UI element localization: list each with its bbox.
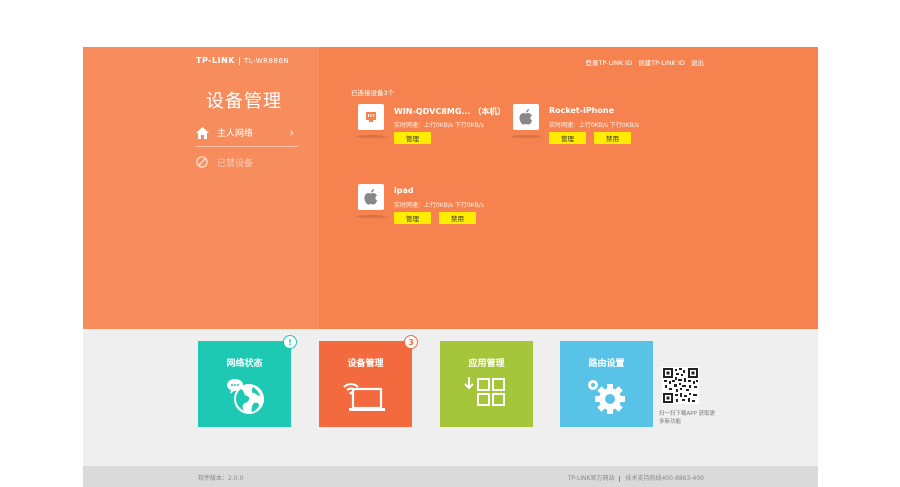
- tile-device-management[interactable]: 设备管理 3: [319, 335, 418, 427]
- block-icon: [195, 155, 209, 169]
- gear-icon: [560, 375, 653, 417]
- device-card: WIN-QDVC8MG... （本机） 实时网速：上行0KB/s 下行0KB/s…: [356, 104, 518, 164]
- apps-grid-icon: [440, 375, 533, 415]
- active-tile-pointer: [359, 323, 371, 329]
- apple-icon: [513, 104, 539, 130]
- sidebar: TP-LINK TL-WR886N 设备管理 主人网络 › 已禁设备: [83, 47, 319, 329]
- device-speed: 实时网速：上行0KB/s 下行0KB/s: [549, 122, 639, 129]
- tile-network-status[interactable]: 网络状态 !: [198, 335, 297, 427]
- create-id-link[interactable]: 创建TP-LINK ID: [638, 59, 685, 67]
- logout-link[interactable]: 退出: [691, 59, 704, 67]
- sidebar-item-host-network[interactable]: 主人网络 ›: [195, 119, 298, 147]
- account-links: 登录TP-LINK ID 创建TP-LINK ID 退出: [581, 57, 704, 67]
- page-title: 设备管理: [206, 91, 282, 112]
- support-hotline: 技术支持热线400-8863-400: [625, 475, 704, 482]
- model-name: TL-WR886N: [243, 57, 290, 65]
- device-name: WIN-QDVC8MG... （本机）: [394, 107, 506, 116]
- tile-label: 应用管理: [468, 359, 505, 369]
- login-link[interactable]: 登录TP-LINK ID: [585, 59, 632, 67]
- chevron-right-icon: ›: [289, 126, 294, 139]
- router-admin-app: TP-LINK TL-WR886N 设备管理 主人网络 › 已禁设备 登录TP-L…: [83, 47, 818, 487]
- sidebar-item-blocked-devices[interactable]: 已禁设备: [195, 148, 298, 176]
- device-speed: 实时网速：上行0KB/s 下行0KB/s: [394, 122, 484, 129]
- ethernet-icon: [358, 104, 384, 130]
- laptop-wifi-icon: [319, 375, 412, 415]
- brand-logo: TP-LINK TL-WR886N: [196, 56, 289, 65]
- alert-badge: !: [283, 335, 297, 349]
- official-site-link[interactable]: TP-LINK官方网站: [568, 475, 615, 482]
- tile-router-settings[interactable]: 路由设置: [560, 341, 653, 427]
- tile-label: 网络状态: [226, 359, 263, 369]
- device-card: ipad 实时网速：上行0KB/s 下行0KB/s 管理 禁用: [356, 184, 518, 244]
- connected-devices-count: 已连接设备3个: [351, 89, 395, 97]
- manage-button[interactable]: 管理: [394, 212, 431, 224]
- software-version: 软件版本：2.0.0: [198, 475, 244, 482]
- tile-label: 路由设置: [588, 359, 625, 369]
- brand-name: TP-LINK: [196, 56, 235, 65]
- tile-label: 设备管理: [347, 359, 384, 369]
- device-speed: 实时网速：上行0KB/s 下行0KB/s: [394, 202, 484, 209]
- sidebar-item-label: 已禁设备: [217, 158, 254, 169]
- qr-code-image: [662, 367, 699, 404]
- globe-icon: [198, 375, 291, 417]
- tile-app-management[interactable]: 应用管理: [440, 341, 533, 427]
- count-badge: 3: [404, 335, 418, 349]
- manage-button[interactable]: 管理: [394, 132, 431, 144]
- device-card: Rocket-iPhone 实时网速：上行0KB/s 下行0KB/s 管理 禁用: [511, 104, 673, 164]
- footer: 软件版本：2.0.0 TP-LINK官方网站 技术支持热线400-8863-400: [83, 466, 818, 487]
- sidebar-item-label: 主人网络: [217, 129, 254, 139]
- device-name: Rocket-iPhone: [549, 106, 614, 115]
- footer-links: TP-LINK官方网站 技术支持热线400-8863-400: [568, 473, 704, 482]
- apple-icon: [358, 184, 384, 210]
- qr-caption: 扫一扫下载APP 获取更多新功能: [659, 411, 716, 425]
- disable-button[interactable]: 禁用: [439, 212, 476, 224]
- device-name: ipad: [394, 186, 414, 195]
- home-icon: [195, 126, 209, 140]
- disable-button[interactable]: 禁用: [594, 132, 631, 144]
- manage-button[interactable]: 管理: [549, 132, 586, 144]
